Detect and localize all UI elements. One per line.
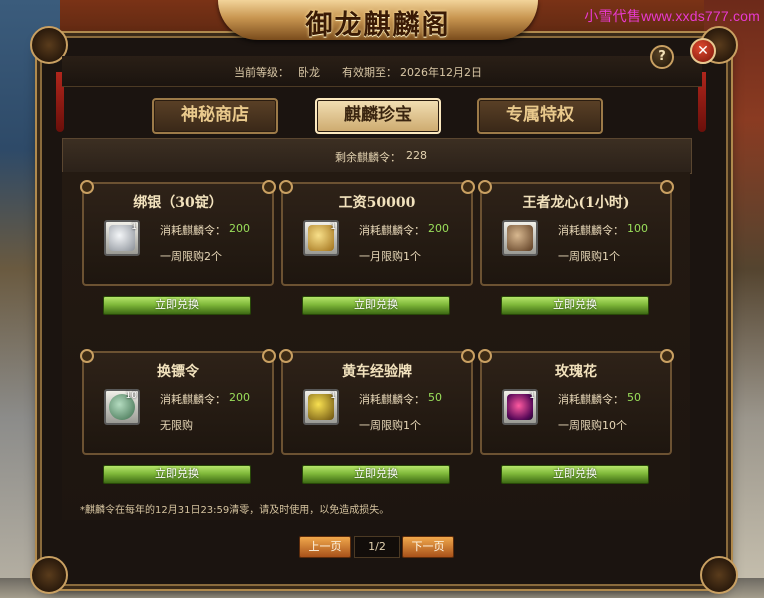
redeem-button[interactable]: 立即兑换 bbox=[302, 465, 450, 484]
reset-notice: *麒麟令在每年的12月31日23:59清零，请及时使用，以免造成损失。 bbox=[80, 505, 390, 516]
frame-corner-ornament bbox=[30, 556, 68, 594]
cost-label: 消耗麒麟令： bbox=[558, 224, 624, 237]
cost-label: 消耗麒麟令： bbox=[558, 393, 624, 406]
expire-label: 有效期至： bbox=[342, 66, 397, 79]
purchase-limit: 一周限购2个 bbox=[160, 250, 222, 263]
item-name: 王者龙心(1小时) bbox=[522, 195, 630, 211]
help-button[interactable]: ? bbox=[650, 45, 674, 69]
item-slot[interactable]: 1 bbox=[303, 389, 339, 425]
item-card: 换镖令 10 消耗麒麟令： 200 无限购 bbox=[80, 349, 276, 455]
item-slot[interactable]: 1 bbox=[502, 389, 538, 425]
item-name: 换镖令 bbox=[157, 364, 199, 380]
next-page-button[interactable]: 下一页 bbox=[402, 536, 454, 558]
tab-exclusive-privileges[interactable]: 专属特权 bbox=[477, 98, 603, 134]
expire-value: 2026年12月2日 bbox=[400, 66, 482, 79]
purchase-limit: 一月限购1个 bbox=[359, 250, 421, 263]
dragon-heart-icon bbox=[507, 225, 533, 251]
item-card: 王者龙心(1小时) 消耗麒麟令： 100 一周限购1个 bbox=[478, 180, 674, 286]
item-quantity: 1 bbox=[529, 391, 535, 401]
redeem-button[interactable]: 立即兑换 bbox=[103, 465, 251, 484]
tab-mystery-shop[interactable]: 神秘商店 bbox=[152, 98, 278, 134]
item-card: 绑银（30锭） 1 消耗麒麟令： 200 一周限购2个 bbox=[80, 180, 276, 286]
remaining-tokens-value: 228 bbox=[406, 149, 427, 162]
level-value: 卧龙 bbox=[298, 66, 320, 79]
item-quantity: 1 bbox=[131, 222, 137, 232]
prev-page-button[interactable]: 上一页 bbox=[299, 536, 351, 558]
cost-value: 50 bbox=[627, 391, 641, 404]
item-name: 玫瑰花 bbox=[555, 364, 597, 380]
item-name: 绑银（30锭） bbox=[133, 195, 223, 211]
item-quantity: 1 bbox=[330, 391, 336, 401]
frame-corner-ornament bbox=[700, 556, 738, 594]
level-label: 当前等级： bbox=[234, 66, 289, 79]
header-info-bar: 当前等级： 卧龙 有效期至： 2026年12月2日 bbox=[62, 56, 702, 87]
item-slot[interactable]: 1 bbox=[303, 220, 339, 256]
tab-qilin-treasure[interactable]: 麒麟珍宝 bbox=[315, 98, 441, 134]
item-card: 黄车经验牌 1 消耗麒麟令： 50 一周限购1个 bbox=[279, 349, 475, 455]
cost-label: 消耗麒麟令： bbox=[359, 224, 425, 237]
cost-value: 50 bbox=[428, 391, 442, 404]
item-name: 工资50000 bbox=[338, 195, 416, 211]
page-indicator: 1/2 bbox=[354, 536, 400, 558]
window-title: 御龙麒麟阁 bbox=[305, 10, 451, 41]
item-card: 玫瑰花 1 消耗麒麟令： 50 一周限购10个 bbox=[478, 349, 674, 455]
purchase-limit: 一周限购1个 bbox=[359, 419, 421, 432]
redeem-button[interactable]: 立即兑换 bbox=[501, 296, 649, 315]
cost-value: 200 bbox=[229, 391, 250, 404]
cost-value: 200 bbox=[229, 222, 250, 235]
close-button[interactable]: ✕ bbox=[690, 38, 716, 64]
redeem-button[interactable]: 立即兑换 bbox=[501, 465, 649, 484]
item-slot[interactable]: 10 bbox=[104, 389, 140, 425]
cost-value: 200 bbox=[428, 222, 449, 235]
redeem-button[interactable]: 立即兑换 bbox=[103, 296, 251, 315]
purchase-limit: 无限购 bbox=[160, 419, 193, 432]
cost-label: 消耗麒麟令： bbox=[160, 224, 226, 237]
purchase-limit: 一周限购1个 bbox=[558, 250, 620, 263]
remaining-tokens-label: 剩余麒麟令： bbox=[335, 151, 401, 164]
item-slot[interactable] bbox=[502, 220, 538, 256]
cost-value: 100 bbox=[627, 222, 648, 235]
item-quantity: 10 bbox=[125, 391, 137, 401]
cost-label: 消耗麒麟令： bbox=[160, 393, 226, 406]
item-name: 黄车经验牌 bbox=[342, 364, 412, 380]
item-quantity: 1 bbox=[330, 222, 336, 232]
item-slot[interactable]: 1 bbox=[104, 220, 140, 256]
item-card: 工资50000 1 消耗麒麟令： 200 一月限购1个 bbox=[279, 180, 475, 286]
title-banner: 御龙麒麟阁 bbox=[218, 0, 538, 41]
purchase-limit: 一周限购10个 bbox=[558, 419, 627, 432]
remaining-tokens-bar: 剩余麒麟令： 228 bbox=[62, 138, 692, 174]
redeem-button[interactable]: 立即兑换 bbox=[302, 296, 450, 315]
cost-label: 消耗麒麟令： bbox=[359, 393, 425, 406]
watermark-text: 小雪代售www.xxds777.com bbox=[584, 8, 760, 24]
